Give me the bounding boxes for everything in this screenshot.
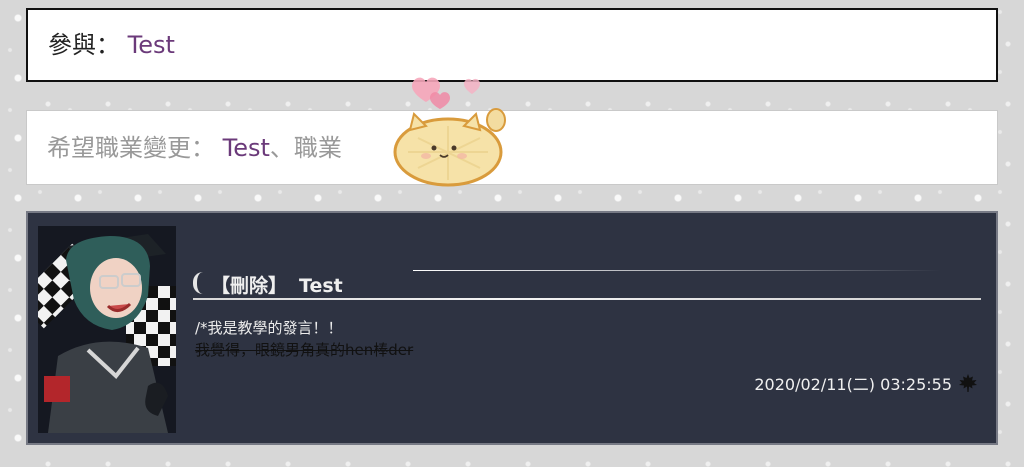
header-underline [193, 298, 981, 300]
hearts-icon [412, 77, 480, 109]
header-highlight [413, 270, 941, 271]
post-header: 【刪除】 Test [193, 270, 981, 300]
timestamp-text: 2020/02/11(二) 03:25:55 [754, 375, 952, 394]
post-card: 【刪除】 Test /*我是教學的發言！！ 我覺得，眼鏡男角真的hen棒der 2… [26, 211, 998, 445]
participate-value[interactable]: Test [128, 31, 175, 59]
post-timestamp: 2020/02/11(二) 03:25:55 [754, 371, 978, 395]
job-change-panel: 希望職業變更： Test、職業 [26, 110, 998, 185]
message-line-2-struck: 我覺得，眼鏡男角真的hen棒der [195, 341, 414, 359]
message-line-1: /*我是教學的發言！！ [195, 319, 343, 337]
job-change-label: 希望職業變更： [47, 133, 215, 162]
maple-leaf-icon [959, 374, 977, 392]
job-change-separator: 、 [269, 133, 294, 162]
author-name[interactable]: Test [299, 275, 343, 297]
bracket-ornament [193, 272, 203, 294]
post-message: /*我是教學的發言！！ 我覺得，眼鏡男角真的hen棒der [195, 317, 413, 361]
job-change-row: 希望職業變更： Test、職業 [47, 136, 342, 160]
job-change-extra: 職業 [293, 133, 342, 162]
avatar-illustration [38, 226, 176, 433]
avatar[interactable] [38, 226, 176, 433]
delete-link[interactable]: 【刪除】 [211, 275, 287, 297]
participate-panel: 參與： Test [26, 8, 998, 82]
melonpan-cat-sticker [393, 77, 506, 187]
participate-label: 參與： [48, 31, 120, 59]
post-title: 【刪除】 Test [211, 271, 343, 298]
participate-row: 參與： Test [48, 33, 175, 57]
job-change-value[interactable]: Test [223, 134, 270, 162]
